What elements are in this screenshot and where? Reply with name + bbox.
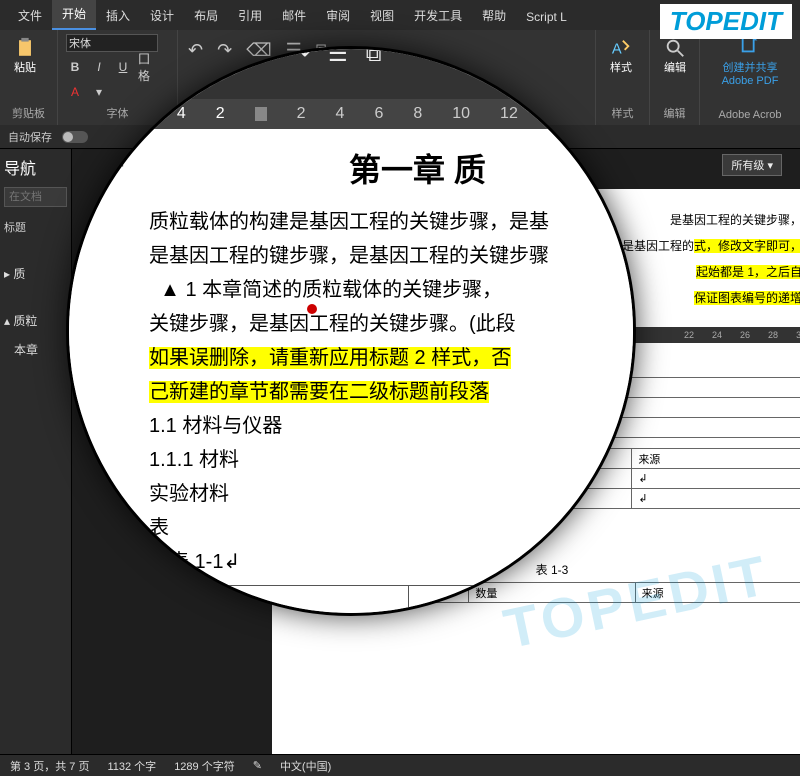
menu-insert[interactable]: 插入: [96, 1, 140, 30]
menu-mail[interactable]: 邮件: [272, 1, 316, 30]
status-spellcheck-icon[interactable]: ✎: [253, 759, 262, 772]
nav-item[interactable]: 本章: [4, 341, 67, 358]
ribbon-edit-group: 编辑 编辑: [650, 30, 700, 125]
ribbon-adobe-group: 创建并共享Adobe PDF Adobe Acrob: [700, 30, 800, 125]
table-caption: 表 1-1↲: [149, 545, 636, 579]
menu-layout[interactable]: 布局: [184, 1, 228, 30]
menu-devtools[interactable]: 开发工具: [404, 1, 472, 30]
nav-tab-headings[interactable]: 标题: [4, 219, 67, 235]
edit-label: 编辑: [658, 103, 691, 121]
body-text: 表: [149, 511, 636, 545]
paste-icon: [14, 37, 36, 59]
status-words[interactable]: 1132 个字: [107, 758, 156, 774]
menu-home[interactable]: 开始: [52, 0, 96, 30]
status-chars[interactable]: 1289 个字符: [174, 758, 235, 774]
body-text: 是基因工程的键步骤，是基因工程的关键步骤: [149, 239, 636, 273]
menu-file[interactable]: 文件: [8, 1, 52, 30]
body-text: 质粒载体的构建是基因工程的关键步骤，是基: [149, 205, 636, 239]
mag-copy-icon[interactable]: ⧉: [366, 46, 382, 67]
mag-undo-icon[interactable]: ↶: [255, 46, 273, 67]
clipboard-label: 剪贴板: [8, 103, 49, 121]
magnifier-overlay: B I U ↶ ↷ ☰ ⧉ 8642 2468101214 ▪ 第一章 质 质粒…: [66, 46, 636, 616]
mag-italic-button[interactable]: I: [137, 46, 141, 62]
nav-title: 导航: [4, 155, 67, 179]
logo-watermark: TOPEDIT: [660, 4, 792, 39]
heading-2-line: ▲ 1 本章简述的质粒载体的关键步骤，: [149, 273, 636, 307]
mag-ruler[interactable]: 8642 2468101214: [66, 99, 636, 129]
nav-item[interactable]: ▴ 质粒: [4, 312, 67, 329]
status-bar: 第 3 页，共 7 页 1132 个字 1289 个字符 ✎ 中文(中国): [0, 754, 800, 776]
navigation-pane: 导航 标题 ▸ 质 ▴ 质粒 本章: [0, 149, 72, 754]
menu-design[interactable]: 设计: [140, 1, 184, 30]
status-pages[interactable]: 第 3 页，共 7 页: [10, 758, 89, 774]
table-move-handle-icon[interactable]: [149, 554, 167, 572]
mag-heading-1: 第一章 质: [349, 153, 636, 187]
heading-numbered: 1.1.1 材料: [149, 443, 636, 477]
mag-ribbon: B I U ↶ ↷ ☰ ⧉: [66, 46, 636, 99]
paste-button[interactable]: 粘贴: [8, 34, 42, 78]
mag-page[interactable]: ▪ 第一章 质 质粒载体的构建是基因工程的关键步骤，是基 是基因工程的键步骤，是…: [66, 129, 636, 616]
body-text: 己新建的章节都需要在二级标题前段落: [149, 375, 636, 409]
menu-view[interactable]: 视图: [360, 1, 404, 30]
mag-table[interactable]: 材料 ↲↲: [149, 585, 569, 616]
body-text: 关键步骤，是基因工程的关键步骤。(此段: [149, 307, 636, 341]
menu-references[interactable]: 引用: [228, 1, 272, 30]
ribbon-clipboard-group: 粘贴 剪贴板: [0, 30, 58, 125]
heading-numbered: 1.1 材料与仪器: [149, 409, 636, 443]
mag-bold-button[interactable]: B: [109, 46, 119, 62]
edit-button[interactable]: 编辑: [658, 34, 692, 78]
menu-help[interactable]: 帮助: [472, 1, 516, 30]
style-filter-dropdown[interactable]: 所有级 ▾: [722, 154, 782, 176]
body-text: 如果误删除，请重新应用标题 2 样式，否: [149, 341, 636, 375]
mag-frame-button[interactable]: [187, 46, 207, 63]
bullet-icon: ▪: [119, 147, 124, 181]
mag-underline-button[interactable]: U: [159, 46, 169, 62]
nav-item[interactable]: ▸ 质: [4, 265, 67, 282]
adobe-label: Adobe Acrob: [708, 107, 792, 121]
nav-search-input[interactable]: [4, 187, 67, 207]
mag-redo-icon[interactable]: ↷: [292, 46, 310, 67]
ruler-indent-marker[interactable]: [255, 107, 267, 121]
autosave-label: 自动保存: [8, 129, 52, 145]
body-text: 实验材料: [149, 477, 636, 511]
menu-review[interactable]: 审阅: [316, 1, 360, 30]
adobe-create-button[interactable]: 创建并共享Adobe PDF: [708, 34, 792, 87]
find-icon: [664, 37, 686, 59]
menu-script[interactable]: Script L: [516, 4, 577, 30]
cursor-dot-icon: [307, 304, 317, 314]
mag-list-icon[interactable]: ☰: [328, 46, 348, 67]
status-language[interactable]: 中文(中国): [280, 758, 331, 774]
